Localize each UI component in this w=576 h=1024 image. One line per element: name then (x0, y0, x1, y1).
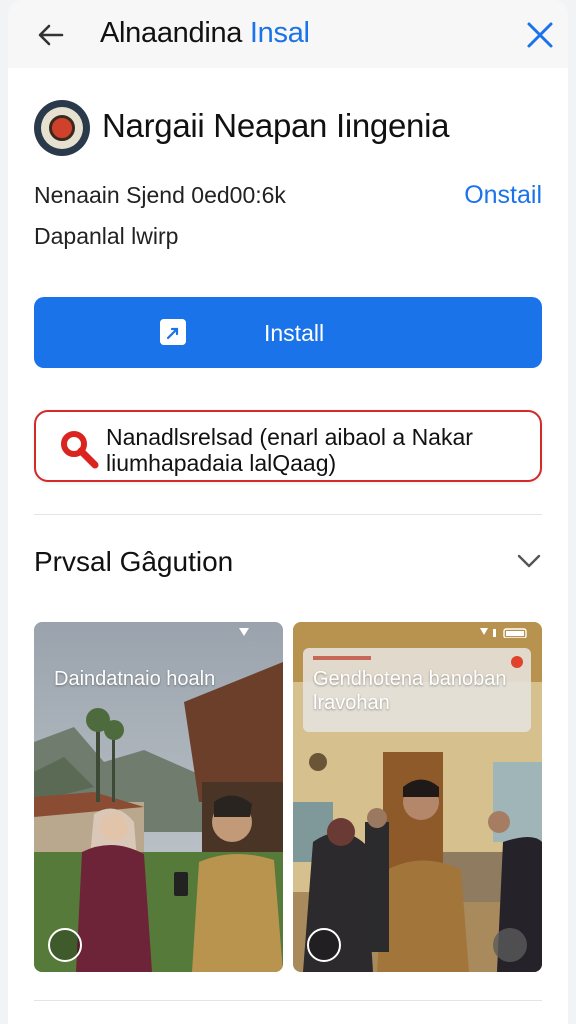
notification-badge (511, 656, 523, 668)
screenshot-2-camera-icon[interactable] (493, 928, 527, 962)
section-title: Prvsal Gâgution (34, 546, 234, 577)
search-icon (61, 431, 99, 469)
chevron-down-icon[interactable] (514, 546, 544, 576)
status-bar-icons (480, 628, 527, 638)
app-logo-icon (34, 100, 90, 156)
screenshot-1[interactable]: Daindatnaio hoaln (34, 622, 283, 972)
wifi-icon (239, 628, 249, 636)
notice-text-line1: Nanadlsrelsad (enarl aibaol a Nakar (106, 424, 473, 450)
app-meta-line2: Dapanlal lwirp (34, 223, 179, 249)
screenshot-1-caption: Daindatnaio hoaln (54, 668, 216, 690)
install-icon (160, 319, 186, 345)
back-arrow-icon[interactable] (34, 18, 68, 52)
close-icon[interactable] (522, 17, 558, 53)
screenshot-2[interactable]: Gendhotena banoban lravohan (293, 622, 542, 972)
screenshot-2-caption-line2: lravohan (313, 692, 390, 714)
overlay-header-bar (313, 656, 371, 660)
screenshot-2-timer-icon[interactable] (307, 928, 341, 962)
section-divider (34, 514, 542, 515)
install-button-label: Install (264, 320, 325, 346)
screenshot-1-action-icon[interactable] (48, 928, 82, 962)
top-app-bar: Alnaandina Insal (8, 0, 568, 68)
app-meta-line1: Nenaain Sjend 0ed00:6k (34, 182, 286, 208)
uninstall-link[interactable]: Onstail (464, 181, 542, 210)
page-title-main: Alnaandina (100, 17, 243, 49)
install-button[interactable]: Install (34, 297, 542, 368)
screenshot-2-caption-line1: Gendhotena banoban (313, 668, 507, 690)
warning-notice[interactable]: Nanadlsrelsad (enarl aibaol a Nakar lium… (34, 410, 542, 482)
app-name: Nargaii Neapan Iingenia (102, 107, 450, 144)
page-title-accent: Insal (249, 17, 310, 49)
page-title: Alnaandina Insal (100, 17, 310, 50)
notice-text-line2: liumhapadaia lalQaag) (106, 450, 337, 476)
app-install-card: Nargaii Neapan Iingenia Nenaain Sjend 0e… (8, 68, 568, 1024)
bottom-divider (34, 1000, 542, 1001)
